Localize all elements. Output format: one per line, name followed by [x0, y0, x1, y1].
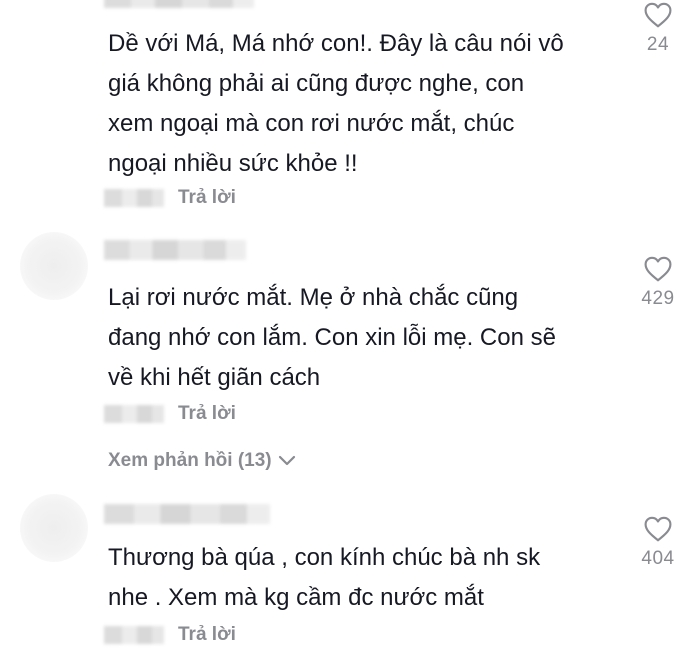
comment-text-line: giá không phải ai cũng được nghe, con: [108, 70, 525, 97]
timestamp-blurred: [104, 189, 164, 207]
username-blurred[interactable]: [104, 240, 246, 260]
comment-meta: Trả lời: [104, 186, 236, 210]
like-count: 429: [641, 288, 675, 309]
like-count: 404: [641, 548, 675, 569]
like-button[interactable]: 404: [638, 516, 678, 570]
comment-text: Dề với Má, Má nhớ con!. Đây là câu nói v…: [108, 24, 608, 184]
comment-text-line: Thương bà qúa , con kính chúc bà nh sk: [108, 544, 541, 571]
avatar[interactable]: [20, 494, 88, 562]
heart-outline-icon[interactable]: [643, 256, 673, 282]
like-button[interactable]: 24: [638, 2, 678, 56]
heart-outline-icon[interactable]: [643, 2, 673, 28]
timestamp-blurred: [104, 405, 164, 423]
comment-meta: Trả lời: [104, 623, 236, 647]
heart-outline-icon[interactable]: [643, 516, 673, 542]
comment-text-line: về khi hết giãn cách: [108, 364, 321, 391]
comment-text-line: ngoại nhiều sức khỏe !!: [108, 150, 358, 177]
timestamp-blurred: [104, 626, 164, 644]
comment-meta: Trả lời: [104, 402, 236, 426]
comment-text-line: nhe . Xem mà kg cầm đc nước mắt: [108, 584, 484, 611]
comment-text: Lại rơi nước mắt. Mẹ ở nhà chắc cũng đan…: [108, 278, 608, 398]
reply-button[interactable]: Trả lời: [178, 403, 236, 425]
comment-text: Thương bà qúa , con kính chúc bà nh sk n…: [108, 538, 608, 618]
comment-text-line: Lại rơi nước mắt. Mẹ ở nhà chắc cũng: [108, 284, 519, 311]
avatar[interactable]: [20, 232, 88, 300]
reply-button[interactable]: Trả lời: [178, 187, 236, 209]
comment-text-line: xem ngoại mà con rơi nước mắt, chúc: [108, 110, 515, 137]
username-blurred[interactable]: [104, 0, 254, 8]
like-count: 24: [646, 34, 670, 55]
view-replies-label: Xem phản hồi (13): [108, 450, 272, 471]
chevron-down-icon: [278, 455, 295, 466]
comment-text-line: đang nhớ con lắm. Con xin lỗi mẹ. Con sẽ: [108, 324, 556, 351]
like-button[interactable]: 429: [638, 256, 678, 310]
username-blurred[interactable]: [104, 504, 270, 524]
view-replies-button[interactable]: Xem phản hồi (13): [108, 450, 296, 472]
comment-text-line: Dề với Má, Má nhớ con!. Đây là câu nói v…: [108, 30, 564, 57]
reply-button[interactable]: Trả lời: [178, 624, 236, 646]
